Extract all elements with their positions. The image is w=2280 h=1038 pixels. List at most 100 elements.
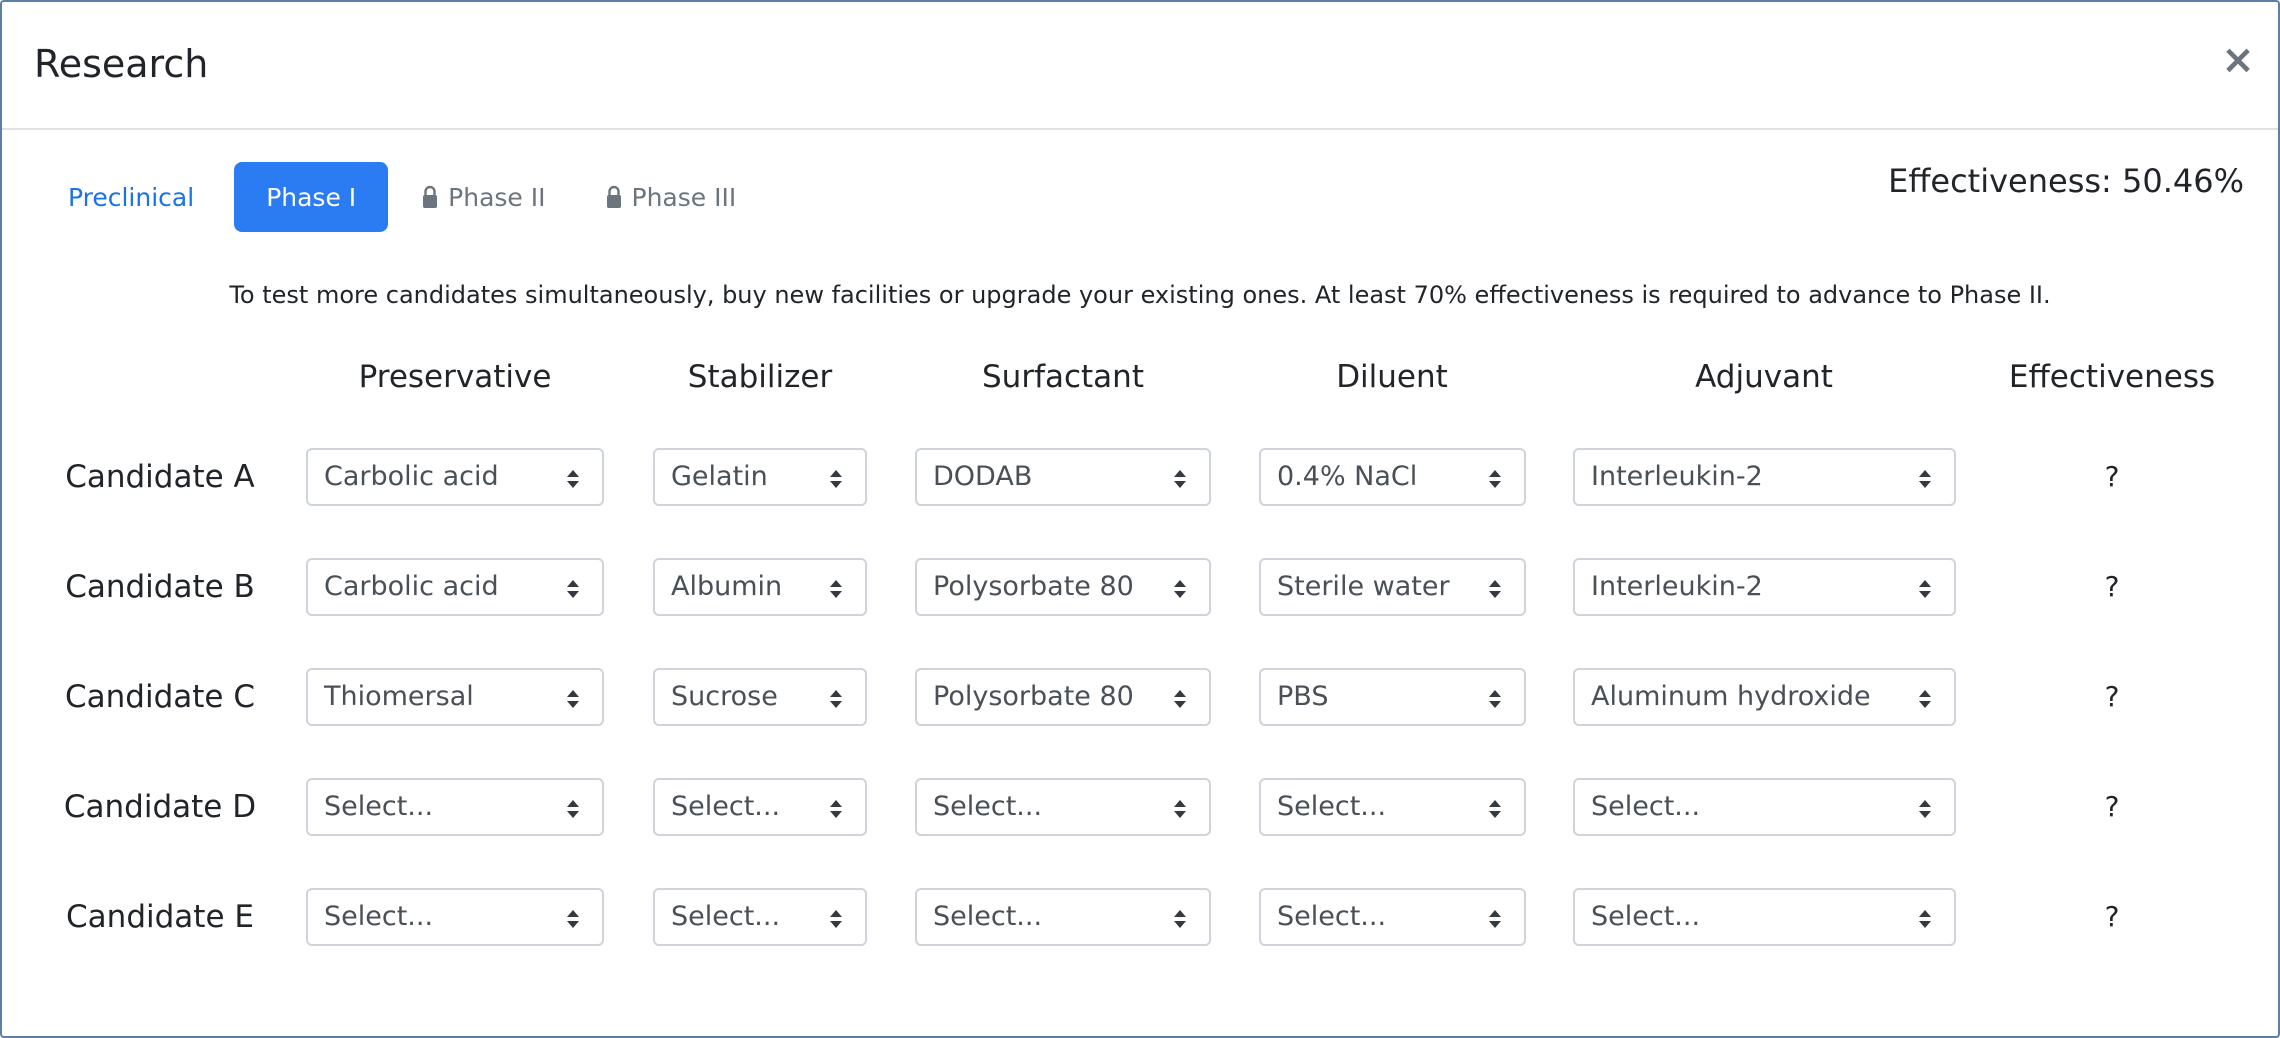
sort-arrows-icon (1174, 800, 1186, 818)
research-modal: Research × Preclinical Phase I Phase II … (0, 0, 2280, 1038)
sort-arrows-icon (1174, 580, 1186, 598)
modal-header: Research × (2, 2, 2278, 130)
modal-title: Research (34, 42, 209, 86)
candidate-label: Candidate B (65, 569, 255, 605)
select-value: Select... (324, 901, 434, 932)
column-header-stabilizer: Stabilizer (687, 359, 833, 395)
tab-phase-1[interactable]: Phase I (234, 162, 389, 232)
column-header-adjuvant: Adjuvant (1695, 359, 1833, 395)
sort-arrows-icon (1919, 470, 1931, 488)
candidate-effectiveness: ? (2104, 460, 2120, 493)
tab-label: Phase III (631, 182, 737, 212)
candidate-effectiveness: ? (2104, 790, 2120, 823)
surfactant-select[interactable]: Select... (915, 888, 1211, 946)
select-value: Polysorbate 80 (933, 681, 1134, 712)
column-header-surfactant: Surfactant (982, 359, 1144, 395)
adjuvant-select[interactable]: Interleukin-2 (1573, 558, 1956, 616)
select-value: Aluminum hydroxide (1591, 681, 1871, 712)
diluent-select[interactable]: Select... (1259, 888, 1526, 946)
select-value: Sterile water (1277, 571, 1450, 602)
stabilizer-select[interactable]: Gelatin (653, 448, 867, 506)
select-value: Interleukin-2 (1591, 461, 1763, 492)
surfactant-select[interactable]: DODAB (915, 448, 1211, 506)
preservative-select[interactable]: Carbolic acid (306, 448, 604, 506)
candidate-label: Candidate E (66, 899, 254, 935)
select-value: Select... (324, 791, 434, 822)
select-value: Gelatin (671, 461, 768, 492)
stabilizer-select[interactable]: Select... (653, 778, 867, 836)
stabilizer-select[interactable]: Select... (653, 888, 867, 946)
select-value: Select... (1277, 791, 1387, 822)
sort-arrows-icon (1919, 800, 1931, 818)
candidate-label: Candidate A (65, 459, 255, 495)
diluent-select[interactable]: Sterile water (1259, 558, 1526, 616)
sort-arrows-icon (567, 580, 579, 598)
preservative-select[interactable]: Select... (306, 888, 604, 946)
surfactant-select[interactable]: Polysorbate 80 (915, 668, 1211, 726)
close-button[interactable]: × (2216, 36, 2260, 84)
column-header-effectiveness: Effectiveness (2008, 359, 2216, 395)
tab-label: Preclinical (68, 182, 195, 212)
select-value: Carbolic acid (324, 461, 499, 492)
tab-label: Phase I (266, 182, 357, 212)
select-value: Select... (933, 901, 1043, 932)
select-value: Select... (1277, 901, 1387, 932)
adjuvant-select[interactable]: Select... (1573, 888, 1956, 946)
adjuvant-select[interactable]: Select... (1573, 778, 1956, 836)
sort-arrows-icon (1174, 470, 1186, 488)
candidate-effectiveness: ? (2104, 900, 2120, 933)
sort-arrows-icon (1174, 910, 1186, 928)
diluent-select[interactable]: 0.4% NaCl (1259, 448, 1526, 506)
phase-tabs: Preclinical Phase I Phase II Phase III (46, 162, 770, 232)
sort-arrows-icon (830, 910, 842, 928)
sort-arrows-icon (830, 690, 842, 708)
select-value: PBS (1277, 681, 1329, 712)
sort-arrows-icon (1489, 470, 1501, 488)
phase-notice: To test more candidates simultaneously, … (229, 281, 2051, 309)
column-header-diluent: Diluent (1336, 359, 1448, 395)
diluent-select[interactable]: Select... (1259, 778, 1526, 836)
adjuvant-select[interactable]: Aluminum hydroxide (1573, 668, 1956, 726)
stabilizer-select[interactable]: Sucrose (653, 668, 867, 726)
candidate-effectiveness: ? (2104, 570, 2120, 603)
candidate-label: Candidate D (63, 789, 257, 825)
select-value: Select... (671, 791, 781, 822)
select-value: Polysorbate 80 (933, 571, 1134, 602)
select-value: Carbolic acid (324, 571, 499, 602)
sort-arrows-icon (1489, 800, 1501, 818)
select-value: Select... (671, 901, 781, 932)
sort-arrows-icon (830, 800, 842, 818)
sort-arrows-icon (830, 580, 842, 598)
surfactant-select[interactable]: Select... (915, 778, 1211, 836)
candidate-label: Candidate C (65, 679, 255, 715)
tab-preclinical[interactable]: Preclinical (46, 162, 226, 232)
sort-arrows-icon (1919, 690, 1931, 708)
tab-phase-3[interactable]: Phase III (580, 162, 763, 232)
sort-arrows-icon (1489, 910, 1501, 928)
sort-arrows-icon (830, 470, 842, 488)
sort-arrows-icon (1489, 690, 1501, 708)
select-value: Interleukin-2 (1591, 571, 1763, 602)
column-header-preservative: Preservative (358, 359, 552, 395)
lock-icon (606, 185, 621, 208)
select-value: Select... (1591, 901, 1701, 932)
sort-arrows-icon (567, 470, 579, 488)
select-value: 0.4% NaCl (1277, 461, 1418, 492)
sort-arrows-icon (567, 910, 579, 928)
diluent-select[interactable]: PBS (1259, 668, 1526, 726)
select-value: Thiomersal (324, 681, 474, 712)
sort-arrows-icon (567, 690, 579, 708)
preservative-select[interactable]: Carbolic acid (306, 558, 604, 616)
stabilizer-select[interactable]: Albumin (653, 558, 867, 616)
select-value: Select... (1591, 791, 1701, 822)
select-value: Sucrose (671, 681, 778, 712)
surfactant-select[interactable]: Polysorbate 80 (915, 558, 1211, 616)
sort-arrows-icon (1919, 580, 1931, 598)
adjuvant-select[interactable]: Interleukin-2 (1573, 448, 1956, 506)
preservative-select[interactable]: Select... (306, 778, 604, 836)
select-value: Albumin (671, 571, 783, 602)
tab-phase-2[interactable]: Phase II (396, 162, 571, 232)
candidate-effectiveness: ? (2104, 680, 2120, 713)
preservative-select[interactable]: Thiomersal (306, 668, 604, 726)
lock-icon (423, 185, 438, 208)
